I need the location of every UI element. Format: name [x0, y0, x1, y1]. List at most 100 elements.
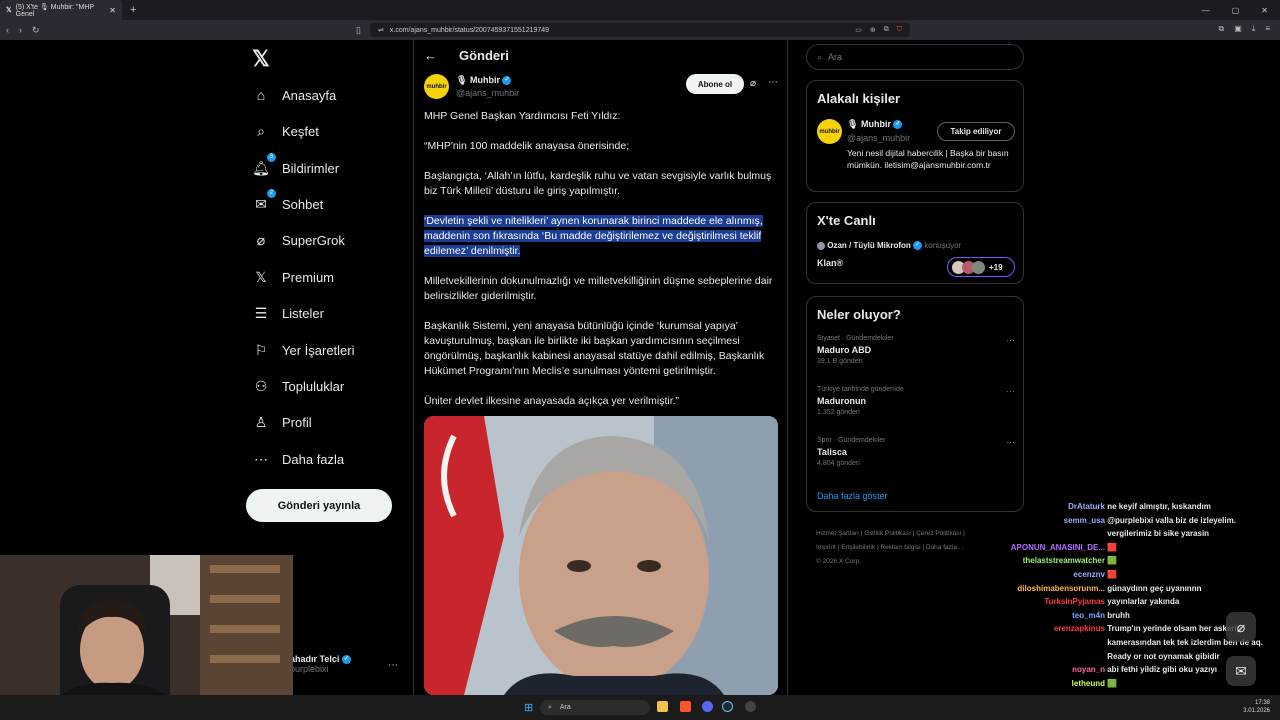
zoom-icon[interactable]: ⊕ [870, 26, 876, 34]
back-arrow-icon[interactable]: ← [424, 48, 437, 63]
verified-icon: ✓ [341, 655, 351, 665]
sidebar-item-label: Listeler [282, 305, 324, 321]
trend-more-icon[interactable]: ⋯ [1006, 386, 1015, 397]
sidebar-item-notifications[interactable]: 🔔︎ 3 Bildirimler [252, 153, 339, 177]
sidebar-item-bookmarks[interactable]: ⚐ Yer İşaretleri [252, 341, 355, 359]
messages-float-icon[interactable]: ✉ [1226, 656, 1256, 686]
footer-link[interactable]: Çerez Politikası [916, 530, 961, 537]
sidebar-item-home[interactable]: ⌂ Anasayfa [252, 86, 336, 104]
wallet-icon[interactable]: ▣ [1234, 24, 1242, 34]
chat-message: ecenznv 🟥 [1000, 568, 1280, 582]
trend-name: Maduronun [817, 396, 866, 406]
x-logo-icon[interactable]: 𝕏 [252, 46, 270, 72]
bell-icon: 🔔︎ 3 [252, 153, 276, 177]
chat-text: 🟥 [1107, 569, 1118, 579]
account-switcher[interactable]: ahadır Telci ✓ purplebixi [290, 654, 351, 674]
share-icon[interactable]: ⧉ [884, 26, 889, 34]
back-icon[interactable]: ‹ [6, 25, 9, 35]
system-clock[interactable]: 17:38 3.01.2026 [1243, 699, 1270, 715]
new-tab-icon[interactable]: + [130, 4, 136, 16]
search-input[interactable]: ⌕ Ara [806, 44, 1024, 70]
live-space-name[interactable]: Klan® [817, 258, 843, 268]
extensions-icon[interactable]: ⧉ [1219, 24, 1225, 34]
live-listeners[interactable]: +19 [947, 257, 1015, 277]
tweet-paragraph: Başkanlık Sistemi, yeni anayasa bütünlüğ… [424, 320, 765, 377]
show-more-link[interactable]: Daha fazla göster [817, 491, 888, 501]
shield-icon[interactable]: ⛉ [897, 26, 902, 34]
steam-icon[interactable] [722, 701, 733, 712]
chat-message: semm_usa @purplebixi valla biz de izleye… [1000, 514, 1280, 541]
footer-link[interactable]: Hizmet Şartları [816, 530, 859, 537]
obs-icon[interactable] [745, 701, 756, 712]
sidebar-item-premium[interactable]: 𝕏 Premium [252, 268, 334, 286]
sidebar-item-more[interactable]: ⋯ Daha fazla [252, 450, 344, 468]
author-avatar[interactable]: muhbir [424, 74, 449, 99]
footer-link[interactable]: Imprint [816, 544, 836, 551]
footer-link[interactable]: Daha fazla ... [926, 544, 964, 551]
brave-icon[interactable] [680, 701, 691, 712]
related-name-row[interactable]: 🎙 Muhbir ✓ [847, 119, 903, 130]
menu-icon[interactable]: ≡ [1265, 24, 1270, 34]
window-close-icon[interactable]: ✕ [1261, 6, 1268, 15]
footer-link[interactable]: Erişilebilirlik [841, 544, 875, 551]
tweet-photo[interactable] [424, 416, 778, 695]
site-info-icon[interactable]: ⇌ [378, 26, 384, 34]
close-tab-icon[interactable]: ✕ [109, 6, 116, 15]
post-button[interactable]: Gönderi yayınla [246, 489, 392, 522]
clock-time: 17:38 [1254, 700, 1270, 706]
grok-float-icon[interactable]: ⌀ [1226, 612, 1256, 642]
maximize-icon[interactable]: ▢ [1232, 6, 1240, 15]
sidebar-item-supergrok[interactable]: ⌀ SuperGrok [252, 231, 345, 249]
url-bar[interactable]: ⇌ x.com/ajans_muhbir/status/200745937155… [370, 23, 910, 37]
list-icon: ☰ [254, 304, 268, 321]
grok-icon[interactable]: ⌀ [750, 78, 756, 89]
reader-icon[interactable]: ▭ [855, 26, 862, 34]
trend-count: 1.352 gönderi [817, 409, 860, 416]
reload-icon[interactable]: ↻ [32, 25, 40, 36]
envelope-icon: ✉ 2 [252, 189, 276, 213]
sidebar-item-messages[interactable]: ✉ 2 Sohbet [252, 189, 323, 213]
trend-more-icon[interactable]: ⋯ [1006, 335, 1015, 346]
bookmark-icon[interactable]: ▯ [356, 25, 361, 36]
tweet-paragraph: Başlangıçta, ‘Allah’ın lütfu, kardeşlik … [424, 170, 772, 197]
subscribe-button[interactable]: Abone ol [686, 74, 744, 94]
tab-title: (5) X'te 🎙 Muhbir: "MHP Genel [15, 3, 94, 18]
footer-link[interactable]: Reklam bilgisi [880, 544, 920, 551]
more-options-icon[interactable]: ⋯ [768, 77, 778, 88]
live-status: konuşuyor [924, 241, 962, 250]
chat-text: ne keyif almıştır, kıskandım [1107, 502, 1211, 511]
sidebar-item-lists[interactable]: ☰ Listeler [252, 304, 324, 322]
author-handle[interactable]: @ajans_muhbir [456, 88, 519, 98]
download-icon[interactable]: ⤓ [1252, 24, 1256, 34]
trend-more-icon[interactable]: ⋯ [1006, 437, 1015, 448]
listener-count: +19 [989, 262, 1003, 272]
related-handle[interactable]: @ajans_muhbir [847, 133, 910, 143]
file-explorer-icon[interactable] [657, 701, 668, 712]
sidebar-item-communities[interactable]: ⚇ Topluluklar [252, 377, 344, 395]
more-circle-icon: ⋯ [254, 450, 268, 467]
message-badge: 2 [266, 189, 276, 198]
author-name-row[interactable]: 🎙 Muhbir ✓ [456, 75, 512, 86]
people-icon: ⚇ [254, 377, 268, 394]
taskbar: ⊞ ⌕ Ara 17:38 3.01.2026 [0, 695, 1280, 720]
sidebar-item-label: Yer İşaretleri [282, 342, 355, 358]
trend-item[interactable]: Siyaset · Gündemdekiler Maduro ABD 39,1 … [817, 335, 1017, 365]
live-host-row[interactable]: Ozan / Tüylü Mikrofon ✓ konuşuyor [817, 241, 962, 251]
discord-icon[interactable] [702, 701, 713, 712]
sidebar-item-profile[interactable]: ♙ Profil [252, 413, 312, 431]
x-favicon-icon: 𝕏 [6, 7, 12, 14]
sidebar-item-explore[interactable]: ⌕ Keşfet [252, 122, 319, 140]
sidebar-item-label: Profil [282, 414, 312, 430]
related-avatar[interactable]: muhbir [817, 119, 842, 144]
minimize-icon[interactable]: — [1202, 6, 1210, 15]
trend-item[interactable]: Spor · Gündemdekiler Talisca 4.804 gönde… [817, 437, 1017, 467]
footer-link[interactable]: Gizlilik Politikası [864, 530, 911, 537]
taskbar-search[interactable]: ⌕ Ara [540, 700, 650, 715]
browser-tab[interactable]: 𝕏 (5) X'te 🎙 Muhbir: "MHP Genel ✕ [0, 0, 122, 20]
trend-item[interactable]: Türkiye tarihinde gündemde Maduronun 1.3… [817, 386, 1017, 416]
windows-start-icon[interactable]: ⊞ [524, 701, 533, 714]
following-button[interactable]: Takip ediliyor [937, 122, 1015, 141]
account-more-icon[interactable]: ⋯ [388, 660, 398, 671]
forward-icon[interactable]: › [19, 25, 22, 35]
sidebar-item-label: Topluluklar [282, 378, 345, 394]
